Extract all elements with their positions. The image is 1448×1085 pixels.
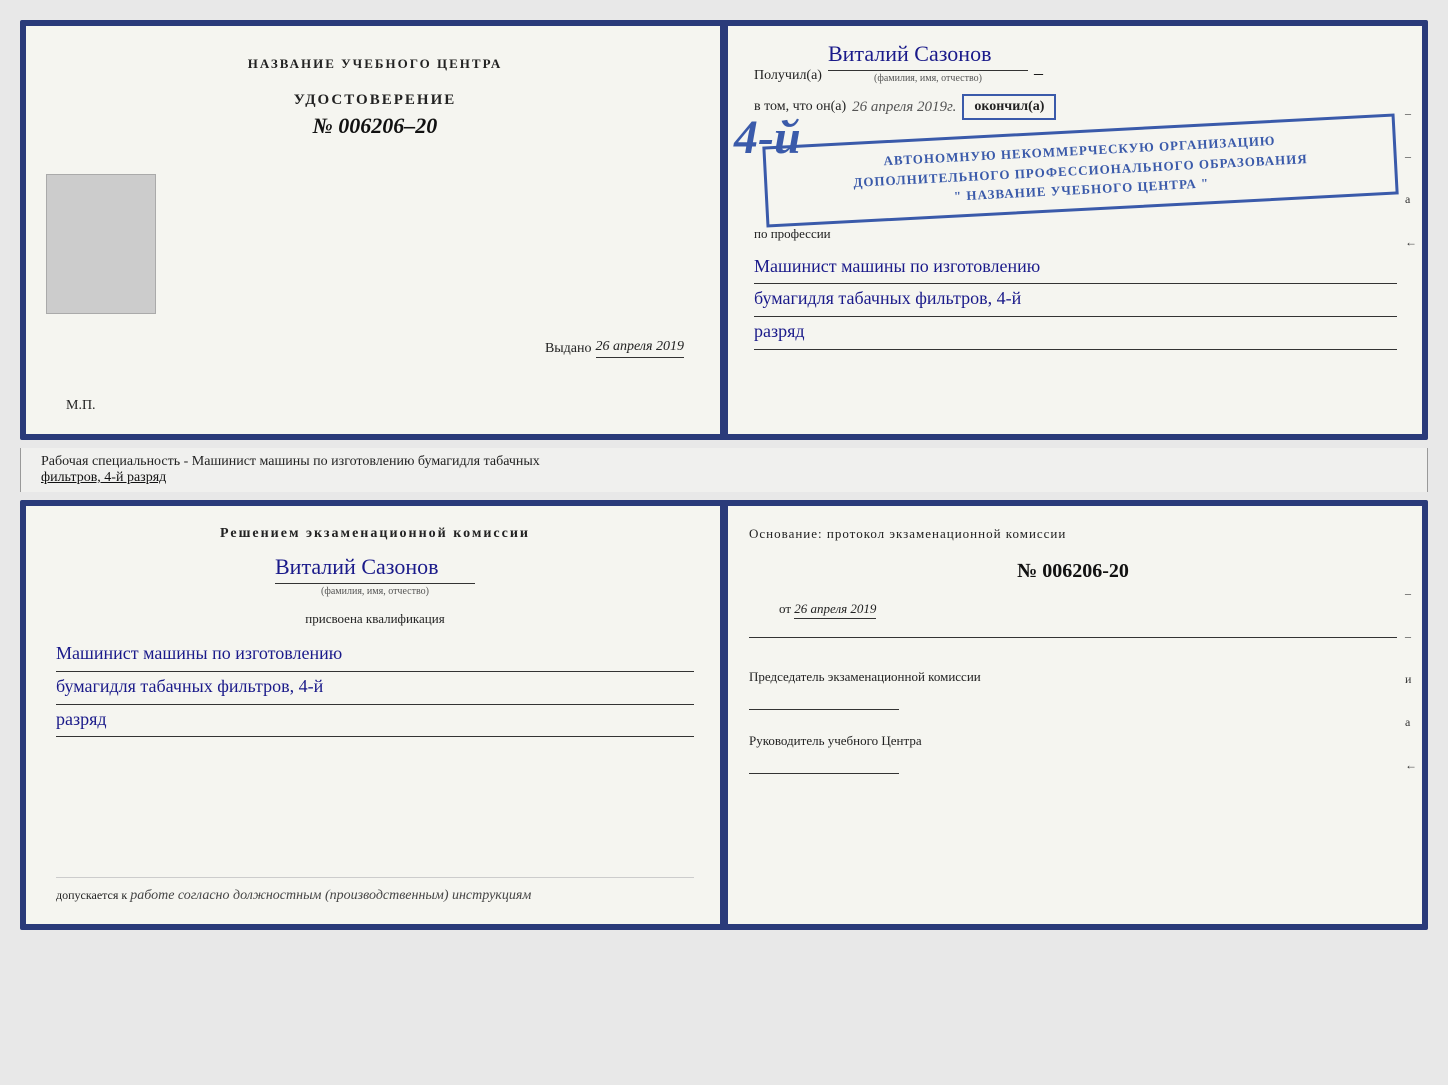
mark-a: а xyxy=(1405,192,1417,207)
udostoverenie-label: УДОСТОВЕРЕНИЕ xyxy=(294,92,457,109)
bottom-right-panel: Основание: протокол экзаменационной коми… xyxy=(724,506,1422,924)
strip-text-prefix: Рабочая специальность - Машинист машины … xyxy=(41,454,540,469)
vydano-label: Выдано xyxy=(545,341,592,357)
bottom-document: Решением экзаменационной комиссии Витали… xyxy=(20,500,1428,930)
recipient-name: Виталий Сазонов xyxy=(828,41,1028,71)
label-strip: Рабочая специальность - Машинист машины … xyxy=(20,448,1428,492)
predsedatel-signature xyxy=(749,690,899,710)
rukovoditel-label: Руководитель учебного Центра xyxy=(749,732,1397,750)
bmark-1: – xyxy=(1405,586,1417,601)
mark-2: – xyxy=(1405,149,1417,164)
dopusk-italic: работе согласно должностным (производств… xyxy=(130,888,531,903)
bottom-fio-label: (фамилия, имя, отчество) xyxy=(321,586,429,597)
big-number: 4-й xyxy=(734,110,801,165)
qual-line3: разряд xyxy=(56,705,694,738)
top-document: НАЗВАНИЕ УЧЕБНОГО ЦЕНТРА УДОСТОВЕРЕНИЕ №… xyxy=(20,20,1428,440)
predsedatel-block: Председатель экзаменационной комиссии xyxy=(749,668,1397,710)
protocol-number: № 006206-20 xyxy=(749,560,1397,583)
ot-label: от xyxy=(779,601,791,616)
bottom-name: Виталий Сазонов xyxy=(275,554,475,584)
top-right-panel: Получил(а) Виталий Сазонов (фамилия, имя… xyxy=(724,26,1422,434)
okoncil-text: окончил(а) xyxy=(962,94,1056,120)
stamp-block: АВТОНОМНУЮ НЕКОММЕРЧЕСКУЮ ОРГАНИЗАЦИЮ ДО… xyxy=(762,113,1398,227)
mark-1: – xyxy=(1405,106,1417,121)
vydano-date: 26 апреля 2019 xyxy=(596,339,684,358)
mark-arrow: ← xyxy=(1405,235,1417,250)
mp-label: М.П. xyxy=(66,398,96,414)
vydano-line: Выдано 26 апреля 2019 xyxy=(545,339,684,358)
predsedatel-label: Председатель экзаменационной комиссии xyxy=(749,668,1397,686)
poluchil-text: Получил(а) xyxy=(754,68,822,84)
rukovoditel-signature xyxy=(749,754,899,774)
dopuskaetsya-block: допускается к работе согласно должностны… xyxy=(56,877,694,904)
rukovoditel-block: Руководитель учебного Центра xyxy=(749,732,1397,774)
po-professii: по профессии xyxy=(754,226,1397,242)
qual-line2: бумагидля табачных фильтров, 4-й xyxy=(56,672,694,705)
bottom-name-block: Виталий Сазонов (фамилия, имя, отчество) xyxy=(56,554,694,597)
page-wrapper: НАЗВАНИЕ УЧЕБНОГО ЦЕНТРА УДОСТОВЕРЕНИЕ №… xyxy=(20,20,1428,930)
bmark-a: а xyxy=(1405,715,1417,730)
bmark-2: – xyxy=(1405,629,1417,644)
bmark-arrow: ← xyxy=(1405,758,1417,773)
vtom-block: в том, что он(а) 26 апреля 2019г. окончи… xyxy=(754,94,1397,120)
qual-line1: Машинист машины по изготовлению xyxy=(56,639,694,672)
photo-placeholder xyxy=(46,174,156,314)
ot-date-value: 26 апреля 2019 xyxy=(794,601,876,619)
poluchil-line: Получил(а) Виталий Сазонов (фамилия, имя… xyxy=(754,41,1397,84)
separator1 xyxy=(749,637,1397,638)
profession-line1: Машинист машины по изготовлению xyxy=(754,252,1397,285)
strip-underline: фильтров, 4-й разряд xyxy=(41,470,166,485)
profession-line3: разряд xyxy=(754,317,1397,350)
top-left-panel: НАЗВАНИЕ УЧЕБНОГО ЦЕНТРА УДОСТОВЕРЕНИЕ №… xyxy=(26,26,724,434)
resheniem-title: Решением экзаменационной комиссии xyxy=(56,526,694,542)
date-handwritten: 26 апреля 2019г. xyxy=(852,99,956,116)
ot-date-block: от 26 апреля 2019 xyxy=(779,601,1397,617)
bmark-i: и xyxy=(1405,672,1417,687)
dopuskaetsya-label: допускается к xyxy=(56,888,127,902)
profession-block: Машинист машины по изготовлению бумагидл… xyxy=(754,252,1397,350)
dash1: – xyxy=(1034,63,1043,84)
right-side-marks: – – а ← xyxy=(1405,106,1417,250)
uchebniy-center-title: НАЗВАНИЕ УЧЕБНОГО ЦЕНТРА xyxy=(248,56,503,72)
qualification-block: Машинист машины по изготовлению бумагидл… xyxy=(56,639,694,737)
udostoverenie-number: № 006206–20 xyxy=(294,113,457,139)
fio-label: (фамилия, имя, отчество) xyxy=(828,73,1028,84)
prisvoena-text: присвоена квалификация xyxy=(56,611,694,627)
bottom-left-panel: Решением экзаменационной комиссии Витали… xyxy=(26,506,724,924)
right-side-marks-bottom: – – и а ← xyxy=(1405,586,1417,773)
udostoverenie-block: УДОСТОВЕРЕНИЕ № 006206–20 xyxy=(294,92,457,139)
profession-line2: бумагидля табачных фильтров, 4-й xyxy=(754,284,1397,317)
osnovanie-text: Основание: протокол экзаменационной коми… xyxy=(749,526,1397,542)
